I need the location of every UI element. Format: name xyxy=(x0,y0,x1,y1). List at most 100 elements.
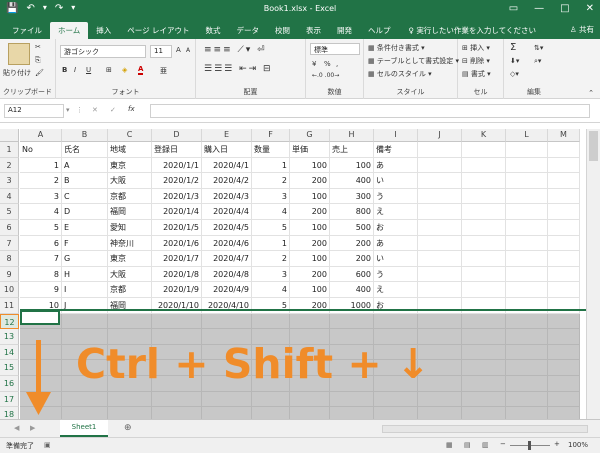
grid-cell[interactable]: 100 xyxy=(290,282,330,298)
grid-cell[interactable] xyxy=(418,142,462,158)
grid-cell[interactable] xyxy=(506,188,548,205)
paste-button[interactable]: 貼り付け xyxy=(3,68,31,78)
grid-cell[interactable]: 東京 xyxy=(108,251,152,267)
select-all-corner[interactable] xyxy=(0,129,19,142)
grid-cell[interactable]: あ xyxy=(374,235,418,252)
grid-cell[interactable] xyxy=(108,407,152,419)
grid-cell[interactable]: 2020/4/3 xyxy=(202,188,252,205)
macro-record-icon[interactable]: ▣ xyxy=(44,441,51,449)
grid-cell[interactable]: 地域 xyxy=(108,142,152,158)
page-layout-view-icon[interactable]: ▤ xyxy=(464,441,471,449)
grid-cell[interactable] xyxy=(548,188,580,205)
row-header[interactable]: 11 xyxy=(0,298,19,314)
row-header[interactable]: 15 xyxy=(0,360,19,376)
grid-cell[interactable]: 1 xyxy=(252,235,290,252)
copy-icon[interactable]: ⎘ xyxy=(35,56,41,65)
grid-cell[interactable]: う xyxy=(374,266,418,283)
format-as-table-button[interactable]: ▦ テーブルとして書式設定 ▾ xyxy=(368,56,459,66)
grid-cell[interactable] xyxy=(418,391,462,408)
grid-cell[interactable] xyxy=(462,266,506,283)
grid-cell[interactable]: 100 xyxy=(290,220,330,236)
grid-cell[interactable]: 大阪 xyxy=(108,266,152,283)
grid-cell[interactable] xyxy=(548,173,580,189)
zoom-slider-thumb[interactable] xyxy=(528,441,531,450)
tab-developer[interactable]: 開発 xyxy=(329,22,360,39)
grid-cell[interactable]: 単価 xyxy=(290,142,330,158)
grid-cell[interactable] xyxy=(548,376,580,392)
grid-cell[interactable] xyxy=(202,391,252,408)
grid-cell[interactable]: 2020/4/10 xyxy=(202,298,252,314)
column-header[interactable]: I xyxy=(374,129,418,142)
grid-cell[interactable]: A xyxy=(62,157,108,174)
grid-cell[interactable]: I xyxy=(62,282,108,298)
grid-cell[interactable] xyxy=(506,142,548,158)
grid-cell[interactable] xyxy=(290,391,330,408)
cell-styles-button[interactable]: ▦ セルのスタイル ▾ xyxy=(368,69,432,79)
share-button[interactable]: ♙ 共有 xyxy=(570,24,594,35)
namebox-dropdown-icon[interactable]: ▾ xyxy=(66,106,70,114)
grid-cell[interactable]: う xyxy=(374,188,418,205)
grid-cell[interactable] xyxy=(462,142,506,158)
phonetic-icon[interactable]: 亜 xyxy=(160,66,167,76)
grid-cell[interactable]: 5 xyxy=(20,220,62,236)
grid-cell[interactable] xyxy=(290,407,330,419)
column-header[interactable]: D xyxy=(152,129,202,142)
tell-me-search[interactable]: ♀ 実行したい作業を入力してください xyxy=(405,22,540,39)
grid-cell[interactable]: 2020/4/9 xyxy=(202,282,252,298)
grid-cell[interactable]: 100 xyxy=(290,157,330,174)
grid-cell[interactable] xyxy=(108,391,152,408)
grid-cell[interactable] xyxy=(548,329,580,345)
grid-cell[interactable] xyxy=(506,173,548,189)
grid-cell[interactable]: 200 xyxy=(290,235,330,252)
grid-cell[interactable]: 200 xyxy=(290,298,330,314)
format-cells-button[interactable]: ▤ 書式 ▾ xyxy=(462,69,491,79)
grid-cell[interactable] xyxy=(462,344,506,361)
grid-cell[interactable]: 売上 xyxy=(330,142,374,158)
row-header[interactable]: 16 xyxy=(0,376,19,392)
grid-cell[interactable]: 愛知 xyxy=(108,220,152,236)
grid-cell[interactable]: 6 xyxy=(20,235,62,252)
column-header[interactable]: H xyxy=(330,129,374,142)
tab-help[interactable]: ヘルプ xyxy=(360,22,399,39)
bold-button[interactable]: B xyxy=(62,66,67,74)
zoom-in-button[interactable]: + xyxy=(554,440,560,448)
grid-cell[interactable]: 2020/1/6 xyxy=(152,235,202,252)
grid-cell[interactable]: 2020/1/8 xyxy=(152,266,202,283)
grid-cell[interactable]: 4 xyxy=(252,282,290,298)
grid-cell[interactable]: 200 xyxy=(330,235,374,252)
grid-cell[interactable] xyxy=(548,298,580,314)
grid-cell[interactable] xyxy=(462,251,506,267)
grid-cell[interactable]: 1 xyxy=(252,157,290,174)
grid-cell[interactable] xyxy=(506,360,548,376)
horizontal-scrollbar[interactable] xyxy=(382,425,588,433)
grid-cell[interactable] xyxy=(462,407,506,419)
decimal-icons[interactable]: ←.0 .00→ xyxy=(312,72,339,79)
italic-button[interactable]: I xyxy=(74,66,76,74)
grid-cell[interactable] xyxy=(506,344,548,361)
grid-cell[interactable] xyxy=(418,204,462,220)
grid-cell[interactable] xyxy=(462,360,506,376)
font-size-select[interactable]: 11 xyxy=(150,45,172,58)
minimize-icon[interactable]: — xyxy=(534,3,544,14)
grid-cell[interactable] xyxy=(252,407,290,419)
grid-cell[interactable] xyxy=(418,251,462,267)
grid-cell[interactable]: 2020/4/7 xyxy=(202,251,252,267)
grid-cell[interactable] xyxy=(62,391,108,408)
insert-cells-button[interactable]: ⊞ 挿入 ▾ xyxy=(462,43,490,53)
grid-cell[interactable] xyxy=(462,157,506,174)
formula-input[interactable] xyxy=(150,104,590,118)
zoom-level[interactable]: 100% xyxy=(568,441,588,449)
grid-cell[interactable]: 2020/4/6 xyxy=(202,235,252,252)
column-header[interactable]: K xyxy=(462,129,506,142)
grid-cell[interactable] xyxy=(506,282,548,298)
grid-cell[interactable]: 200 xyxy=(290,266,330,283)
grid-cell[interactable] xyxy=(374,313,418,330)
tab-insert[interactable]: 挿入 xyxy=(88,22,119,39)
grid-cell[interactable]: 3 xyxy=(252,266,290,283)
grid-cell[interactable] xyxy=(506,298,548,314)
grid-cell[interactable]: 400 xyxy=(330,282,374,298)
grid-cell[interactable] xyxy=(506,376,548,392)
grid-cell[interactable] xyxy=(506,204,548,220)
formula-options-icon[interactable]: ⋮ xyxy=(76,106,83,114)
grid-cell[interactable]: B xyxy=(62,173,108,189)
